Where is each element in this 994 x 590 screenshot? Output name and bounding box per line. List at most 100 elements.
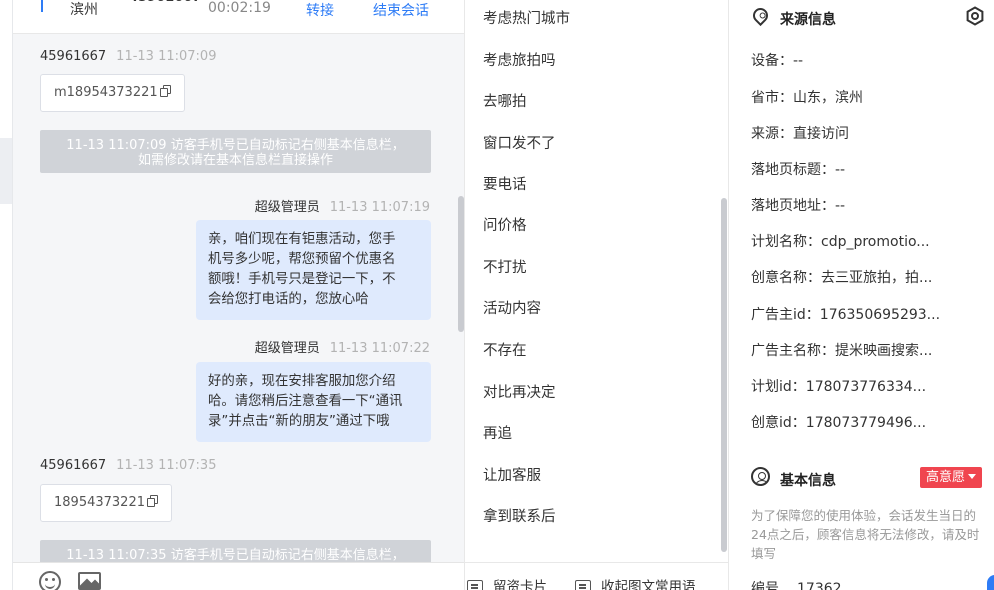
info-label: 创意名称： xyxy=(751,270,821,286)
phrase-item[interactable]: 去哪拍 xyxy=(483,90,527,111)
transfer-button[interactable]: 转接 xyxy=(306,0,334,20)
copy-icon[interactable] xyxy=(146,495,158,507)
end-session-button[interactable]: 结束会话 xyxy=(373,0,429,20)
info-row-device: 设备：-- xyxy=(751,50,803,70)
phone-number: m18954373221 xyxy=(54,85,158,100)
collapse-phrases-button[interactable]: 收起图文常用语 xyxy=(575,575,696,590)
user-icon xyxy=(751,467,770,486)
phrase-item[interactable]: 不打扰 xyxy=(483,256,527,277)
message-line: 录”并点击“新的朋友”通过下哦 xyxy=(208,414,390,429)
session-timer: 00:02:19 xyxy=(208,0,271,16)
source-info-title: 来源信息 xyxy=(780,12,836,28)
info-label: 广告主名称： xyxy=(751,343,835,359)
message-time: 11-13 11:07:09 xyxy=(116,49,217,64)
phrases-scrollbar[interactable] xyxy=(721,198,727,552)
info-value: 17362 xyxy=(797,581,842,590)
info-label: 计划id： xyxy=(751,379,806,395)
floating-action-tab[interactable] xyxy=(987,575,994,590)
emoji-icon[interactable] xyxy=(39,571,61,590)
message-line: 哈。请您稍后注意查看一下“通讯 xyxy=(208,394,403,409)
info-label: 计划名称： xyxy=(751,234,821,250)
phrase-item[interactable]: 拿到联系后 xyxy=(483,505,556,526)
info-label: 编号 xyxy=(751,581,779,590)
info-value: -- xyxy=(835,198,846,214)
phone-card[interactable]: m18954373221 xyxy=(40,74,185,112)
info-row-region: 省市：山东，滨州 xyxy=(751,87,863,107)
visitor-city: 滨州 xyxy=(70,2,98,18)
info-row-advertiser-name: 广告主名称：提米映画搜索... xyxy=(751,340,932,360)
message-line: 好的亲，现在安排客服加您介绍 xyxy=(208,374,396,389)
message-meta: 45961667 11-13 11:07:09 xyxy=(40,49,216,64)
info-row-creative-id: 创意id：178073779496... xyxy=(751,412,926,432)
sender-name: 45961667 xyxy=(40,458,107,473)
message-time: 11-13 11:07:22 xyxy=(329,341,430,356)
phrases-toolbar: 留资卡片 收起图文常用语 xyxy=(465,562,728,590)
message-meta: 45961667 11-13 11:07:35 xyxy=(40,458,216,473)
visitor-id: 45961667 xyxy=(129,0,201,5)
phrase-item[interactable]: 让加客服 xyxy=(483,464,541,485)
common-phrases-panel: 考虑热门城市 考虑旅拍吗 去哪拍 窗口发不了 要电话 问价格 不打扰 活动内容 … xyxy=(464,0,728,590)
info-label: 设备： xyxy=(751,53,793,69)
info-row-source: 来源：直接访问 xyxy=(751,123,849,143)
visitor-info-panel: 来源信息 设备：-- 省市：山东，滨州 来源：直接访问 落地页标题：-- 落地页… xyxy=(728,0,994,590)
message-meta: 超级管理员 11-13 11:07:22 xyxy=(40,337,430,356)
info-row-landing-title: 落地页标题：-- xyxy=(751,159,845,179)
basic-info-title: 基本信息 xyxy=(780,473,836,489)
sender-name: 超级管理员 xyxy=(254,200,320,215)
info-label: 落地页地址： xyxy=(751,198,835,214)
phone-card[interactable]: 18954373221 xyxy=(40,484,172,522)
message-line: 会给您打电话的，您放心哈 xyxy=(208,292,369,307)
settings-icon[interactable] xyxy=(965,6,985,26)
message-line: 机号多少呢，帮您预留个优惠名 xyxy=(208,252,396,267)
chat-panel: 滨州 45961667 00:02:19 转接 结束会话 45961667 11-… xyxy=(12,0,464,590)
info-label: 落地页标题： xyxy=(751,162,835,178)
message-time: 11-13 11:07:35 xyxy=(116,458,217,473)
message-time: 11-13 11:07:19 xyxy=(329,200,430,215)
phrase-item[interactable]: 活动内容 xyxy=(483,297,541,318)
message-line: 额哦！手机号只是登记一下，不 xyxy=(208,272,396,287)
info-value: cdp_promotio... xyxy=(821,234,930,250)
info-value: 直接访问 xyxy=(793,126,849,142)
caret-down-icon xyxy=(968,474,977,479)
info-label: 创意id： xyxy=(751,415,806,431)
phrase-item[interactable]: 要电话 xyxy=(483,173,527,194)
intent-level-dropdown[interactable]: 高意愿 xyxy=(920,467,983,488)
leave-info-card-button[interactable]: 留资卡片 xyxy=(467,575,547,590)
phrase-item[interactable]: 问价格 xyxy=(483,214,527,235)
phrase-item[interactable]: 再追 xyxy=(483,422,512,443)
info-row-plan-id: 计划id：178073776334... xyxy=(751,376,926,396)
copy-icon[interactable] xyxy=(159,85,171,97)
info-value: 178073776334... xyxy=(805,379,927,395)
left-gutter xyxy=(0,0,12,590)
message-meta: 超级管理员 11-13 11:07:19 xyxy=(40,196,430,215)
collapse-phrases-label: 收起图文常用语 xyxy=(601,579,696,590)
info-label: 广告主id： xyxy=(751,307,820,323)
edit-deadline-notice: 为了保障您的使用体验，会话发生当日的24点之后，顾客信息将无法修改，请及时填写 xyxy=(751,508,980,561)
info-value: 178073779496... xyxy=(805,415,927,431)
phrase-item[interactable]: 窗口发不了 xyxy=(483,132,556,153)
chat-toolbar xyxy=(13,562,464,590)
chat-header: 滨州 45961667 00:02:19 转接 结束会话 xyxy=(13,0,464,34)
phrase-item[interactable]: 考虑旅拍吗 xyxy=(483,49,556,70)
info-label: 省市： xyxy=(751,90,793,106)
location-pin-icon xyxy=(749,4,772,27)
intent-level-label: 高意愿 xyxy=(926,470,966,485)
info-label: 来源： xyxy=(751,126,793,142)
info-value: 去三亚旅拍，拍... xyxy=(821,270,933,286)
info-value: 山东，滨州 xyxy=(793,90,863,106)
info-row-plan-name: 计划名称：cdp_promotio... xyxy=(751,231,930,251)
system-notice-line: 如需修改请在基本信息栏直接操作 xyxy=(137,153,333,168)
system-notice-line: 11-13 11:07:09 访客手机号已自动标记右侧基本信息栏， xyxy=(66,138,405,153)
message-line: 亲，咱们现在有钜惠活动，您手 xyxy=(208,232,396,247)
sender-name: 超级管理员 xyxy=(254,341,320,356)
phrase-item[interactable]: 考虑热门城市 xyxy=(483,7,570,28)
phrase-item[interactable]: 不存在 xyxy=(483,339,527,360)
image-icon[interactable] xyxy=(78,572,101,590)
system-notice: 11-13 11:07:09 访客手机号已自动标记右侧基本信息栏， 如需修改请在… xyxy=(40,130,431,173)
sender-name: 45961667 xyxy=(40,49,107,64)
agent-message-bubble: 好的亲，现在安排客服加您介绍 哈。请您稍后注意查看一下“通讯 录”并点击“新的朋… xyxy=(196,362,431,442)
phrase-item[interactable]: 对比再决定 xyxy=(483,381,556,402)
info-value: -- xyxy=(793,53,804,69)
info-row-number: 编号 17362 xyxy=(751,578,842,590)
info-value: 176350695293... xyxy=(819,307,941,323)
